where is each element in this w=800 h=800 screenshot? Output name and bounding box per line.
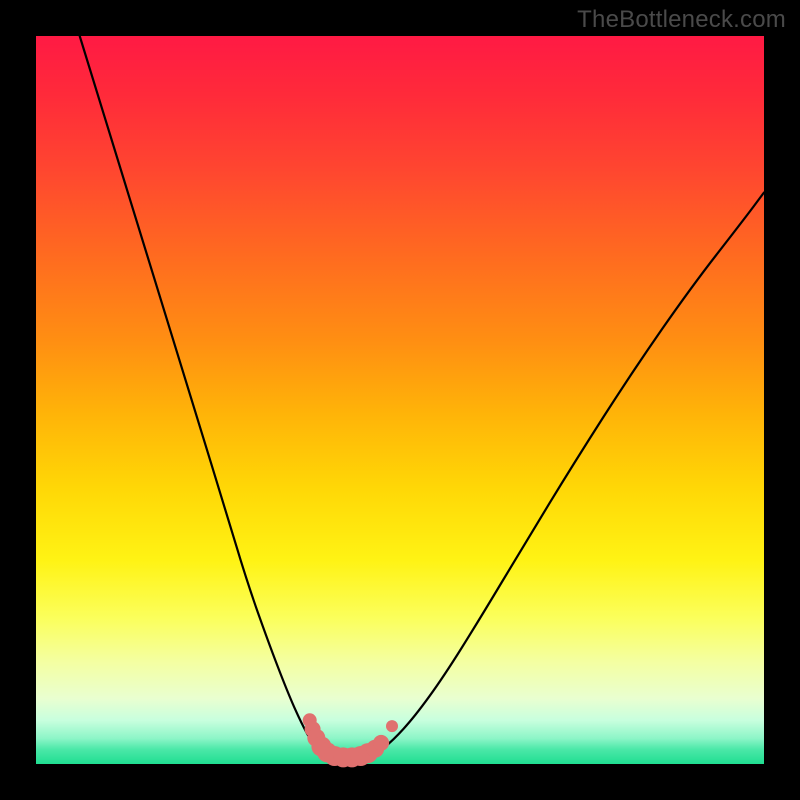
valley-markers [303,713,398,767]
valley-marker [386,720,398,732]
chart-frame: TheBottleneck.com [0,0,800,800]
chart-svg [36,36,764,764]
valley-marker [373,735,389,751]
plot-area [36,36,764,764]
watermark-text: TheBottleneck.com [577,6,786,34]
bottleneck-curve [80,36,764,759]
